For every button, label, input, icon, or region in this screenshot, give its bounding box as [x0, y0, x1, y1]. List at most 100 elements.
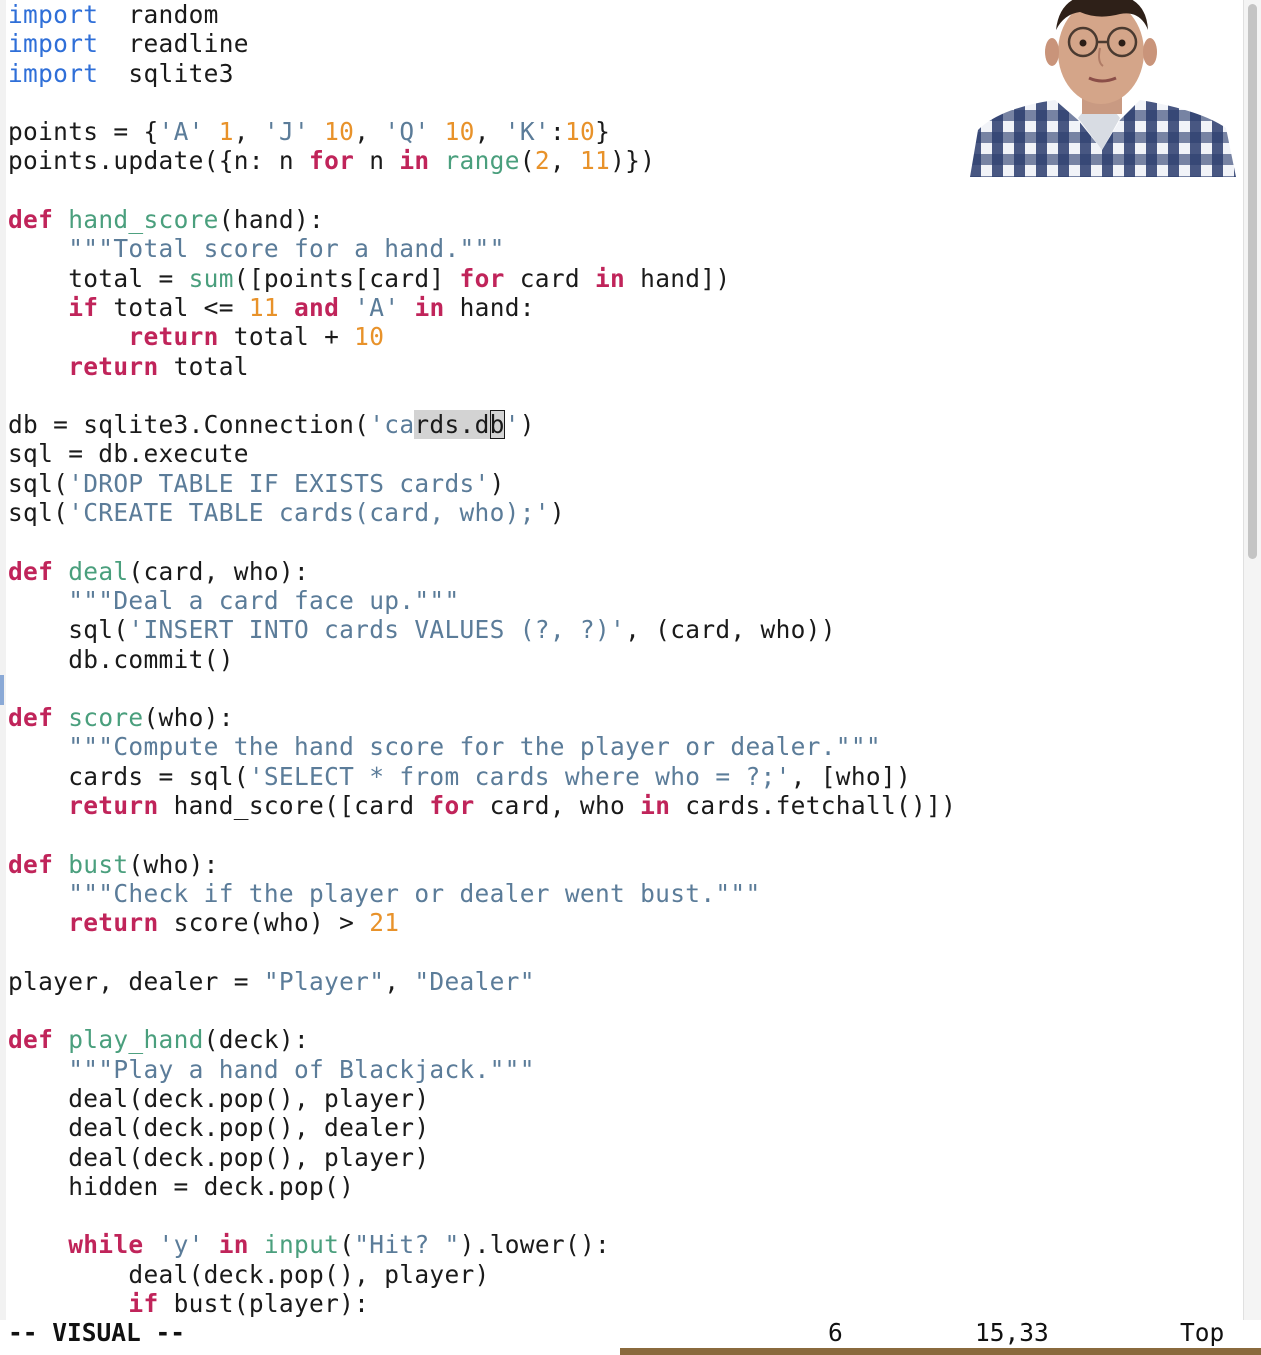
code-text: sql( [8, 468, 69, 498]
vertical-scrollbar[interactable] [1243, 0, 1261, 1320]
number-literal: 11 [248, 292, 279, 322]
code-line[interactable]: sql('CREATE TABLE cards(card, who);') [8, 498, 956, 527]
code-text: ( [519, 146, 535, 176]
keyword-token: for [429, 791, 475, 821]
code-text: (who): [143, 703, 234, 733]
code-line[interactable]: while 'y' in input("Hit? ").lower(): [8, 1230, 956, 1259]
code-line[interactable]: cards = sql('SELECT * from cards where w… [8, 762, 956, 791]
code-line[interactable]: return hand_score([card for card, who in… [8, 791, 956, 820]
code-line[interactable]: deal(deck.pop(), dealer) [8, 1113, 956, 1142]
code-line[interactable]: def hand_score(hand): [8, 205, 956, 234]
code-line[interactable]: player, dealer = "Player", "Dealer" [8, 967, 956, 996]
keyword-token: in [399, 146, 430, 176]
scrollbar-thumb[interactable] [1248, 4, 1257, 559]
code-line[interactable]: if total <= 11 and 'A' in hand: [8, 293, 956, 322]
code-line[interactable]: points = {'A' 1, 'J' 10, 'Q' 10, 'K':10} [8, 117, 956, 146]
code-text: (hand): [218, 205, 325, 235]
import-keyword: import [8, 58, 99, 88]
code-area[interactable]: import random import readline import sqlit… [8, 0, 956, 1318]
code-line[interactable]: import readline [8, 29, 956, 58]
code-line[interactable]: """Total score for a hand.""" [8, 234, 956, 263]
code-line[interactable]: db.commit() [8, 645, 956, 674]
keyword-token: for [309, 146, 355, 176]
code-line[interactable]: deal(deck.pop(), player) [8, 1260, 956, 1289]
code-text: card [504, 263, 595, 293]
string-literal: "Hit? " [354, 1230, 460, 1260]
code-text: deal(deck.pop(), dealer) [8, 1113, 430, 1143]
string-literal: "Player" [263, 966, 385, 996]
code-text: , (card, who)) [625, 615, 836, 645]
code-line[interactable]: return total [8, 352, 956, 381]
code-line[interactable] [8, 996, 956, 1025]
function-name: bust [68, 849, 129, 879]
code-text: db = sqlite3.Connection( [8, 410, 370, 440]
string-literal: 'DROP TABLE IF EXISTS cards' [68, 468, 490, 498]
code-line[interactable]: def score(who): [8, 703, 956, 732]
code-text: } [595, 117, 611, 147]
code-line[interactable]: total = sum([points[card] for card in ha… [8, 264, 956, 293]
gutter-edge [0, 0, 6, 1320]
keyword-token: while [68, 1230, 144, 1260]
keyword-token: in [218, 1230, 249, 1260]
keyword-token: def [8, 849, 54, 879]
code-line[interactable] [8, 88, 956, 117]
code-line[interactable]: """Compute the hand score for the player… [8, 732, 956, 761]
builtin-token: input [263, 1230, 340, 1260]
code-text: cards.fetchall()]) [670, 791, 957, 821]
code-text: deal(deck.pop(), player) [8, 1083, 430, 1113]
code-line[interactable]: import random [8, 0, 956, 29]
code-line[interactable]: if bust(player): [8, 1289, 956, 1318]
code-line[interactable]: """Play a hand of Blackjack.""" [8, 1055, 956, 1084]
code-text: readline [98, 29, 249, 59]
code-text: , [354, 117, 385, 147]
code-line[interactable] [8, 820, 956, 849]
code-text: total [158, 351, 249, 381]
code-line[interactable]: return score(who) > 21 [8, 908, 956, 937]
code-text: (deck): [203, 1025, 310, 1055]
code-text: hidden = deck.pop() [8, 1171, 355, 1201]
code-text: (who): [128, 849, 219, 879]
code-line[interactable]: sql('INSERT INTO cards VALUES (?, ?)', (… [8, 615, 956, 644]
code-line[interactable]: import sqlite3 [8, 59, 956, 88]
function-name: deal [68, 556, 129, 586]
code-editor[interactable]: import random import readline import sqlit… [0, 0, 1243, 1320]
string-literal: 'A' [354, 292, 400, 322]
code-text: hand]) [625, 263, 731, 293]
code-line[interactable] [8, 527, 956, 556]
code-line[interactable]: sql('DROP TABLE IF EXISTS cards') [8, 469, 956, 498]
code-line[interactable]: deal(deck.pop(), player) [8, 1084, 956, 1113]
number-literal: 1 [218, 117, 234, 147]
code-line[interactable] [8, 381, 956, 410]
code-line[interactable]: """Deal a card face up.""" [8, 586, 956, 615]
keyword-token: return [68, 791, 159, 821]
presenter-video-image [970, 0, 1236, 177]
keyword-token: return [128, 322, 219, 352]
keyword-token: return [68, 908, 159, 938]
code-line[interactable]: db = sqlite3.Connection('cards.db') [8, 410, 956, 440]
code-line[interactable] [8, 1201, 956, 1230]
code-line[interactable]: def play_hand(deck): [8, 1025, 956, 1054]
code-line[interactable] [8, 938, 956, 967]
code-line[interactable]: hidden = deck.pop() [8, 1172, 956, 1201]
code-line[interactable]: points.update({n: n for n in range(2, 11… [8, 146, 956, 175]
docstring: """Deal a card face up.""" [68, 585, 460, 615]
number-literal: 11 [580, 146, 611, 176]
code-line[interactable]: return total + 10 [8, 322, 956, 351]
docstring: """Compute the hand score for the player… [68, 732, 881, 762]
code-line[interactable] [8, 674, 956, 703]
number-literal: 10 [324, 117, 355, 147]
code-line[interactable] [8, 176, 956, 205]
code-line[interactable]: deal(deck.pop(), player) [8, 1143, 956, 1172]
code-line[interactable]: def deal(card, who): [8, 557, 956, 586]
code-line[interactable]: def bust(who): [8, 850, 956, 879]
code-line[interactable]: """Check if the player or dealer went bu… [8, 879, 956, 908]
code-line[interactable]: sql = db.execute [8, 439, 956, 468]
